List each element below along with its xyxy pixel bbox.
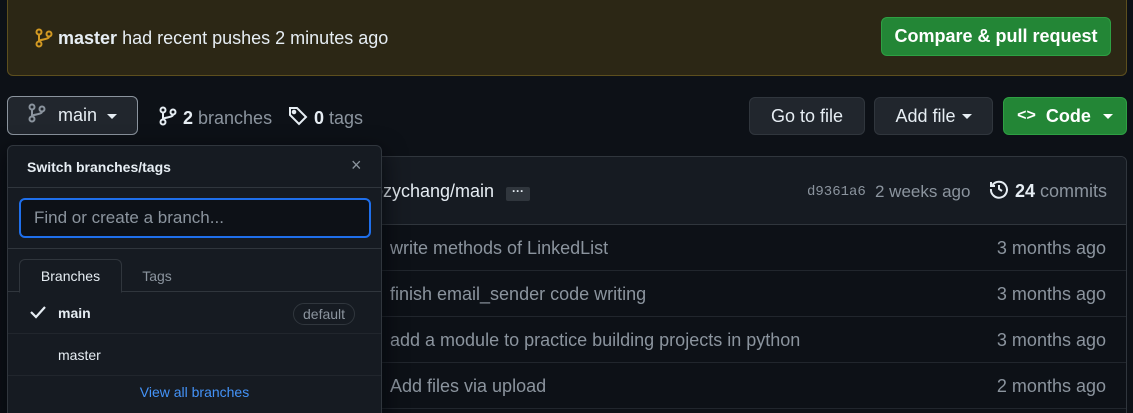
caret-down-icon [107, 114, 118, 119]
commit-expand-button[interactable]: ··· [506, 185, 530, 201]
file-row: finish email_sender code writing 3 month… [373, 271, 1126, 317]
branch-name: master [58, 347, 101, 363]
compare-pull-request-button[interactable]: Compare & pull request [881, 17, 1111, 56]
default-badge: default [293, 303, 356, 325]
branch-select-button[interactable]: main [7, 96, 138, 135]
tags-count: 0 [314, 108, 325, 128]
push-message: master had recent pushes 2 minutes ago [58, 28, 389, 48]
branch-select-label: main [58, 105, 98, 125]
file-row: add a module to practice building projec… [373, 317, 1126, 363]
commit-age: 3 months ago [996, 238, 1106, 258]
branch-name: main [58, 305, 91, 321]
git-branch-icon [28, 103, 46, 128]
branches-count: 2 [183, 108, 194, 128]
push-branch-name[interactable]: master [58, 28, 117, 48]
branch-item-master[interactable]: master [8, 334, 381, 376]
commit-author[interactable]: ozychang/main [373, 181, 494, 202]
code-button[interactable]: <> Code [1003, 97, 1127, 135]
go-to-file-button[interactable]: Go to file [749, 97, 865, 135]
branches-label: branches [198, 108, 273, 128]
tab-branches[interactable]: Branches [19, 259, 122, 293]
branch-item-main[interactable]: main default [8, 292, 381, 334]
commits-label: commits [1040, 181, 1108, 201]
commit-message-link[interactable]: write methods of LinkedList [390, 238, 608, 259]
add-file-button[interactable]: Add file [874, 97, 993, 135]
tags-link[interactable]: 0 tags [288, 106, 363, 131]
tab-tags[interactable]: Tags [122, 259, 192, 293]
commit-age: 2 months ago [996, 376, 1106, 396]
add-file-label: Add file [895, 105, 956, 126]
branches-link[interactable]: 2 branches [159, 106, 272, 131]
code-icon: <> [1017, 107, 1036, 124]
history-icon [989, 179, 1009, 204]
branch-filter-input[interactable] [19, 198, 371, 238]
commits-link[interactable]: 24 commits [989, 179, 1107, 204]
tag-icon [288, 106, 308, 131]
file-row: Add files via upload 2 months ago [373, 363, 1126, 409]
commit-age: 3 months ago [996, 330, 1106, 350]
commit-time: 2 weeks ago [875, 182, 971, 201]
tags-label: tags [329, 108, 364, 128]
dropdown-tabs: Branches Tags [8, 249, 381, 293]
commit-age: 3 months ago [996, 284, 1106, 304]
branch-switcher-dropdown: Switch branches/tags × Branches Tags mai… [7, 145, 382, 413]
caret-down-icon [961, 113, 972, 119]
code-label: Code [1045, 105, 1091, 126]
commits-count: 24 [1015, 181, 1036, 201]
commit-message-link[interactable]: Add files via upload [390, 376, 546, 397]
file-list: ozychang/main ··· d9361a6 2 weeks ago 24… [372, 156, 1127, 413]
latest-commit-header: ozychang/main ··· d9361a6 2 weeks ago 24… [373, 157, 1126, 225]
check-icon [29, 304, 47, 325]
commit-sha[interactable]: d9361a6 [807, 184, 866, 200]
close-icon[interactable]: × [351, 156, 362, 174]
caret-down-icon [1102, 113, 1113, 119]
recent-push-banner: master had recent pushes 2 minutes ago C… [7, 0, 1127, 76]
view-all-branches-link[interactable]: View all branches [8, 384, 381, 400]
commit-message-link[interactable]: finish email_sender code writing [390, 284, 646, 305]
file-row: write methods of LinkedList 3 months ago [373, 225, 1126, 271]
commit-message-link[interactable]: add a module to practice building projec… [390, 330, 800, 351]
git-branch-icon [35, 28, 53, 48]
dropdown-filter [8, 188, 381, 249]
dropdown-header: Switch branches/tags × [8, 146, 381, 188]
git-branch-icon [159, 106, 177, 131]
dropdown-title: Switch branches/tags [27, 159, 171, 175]
